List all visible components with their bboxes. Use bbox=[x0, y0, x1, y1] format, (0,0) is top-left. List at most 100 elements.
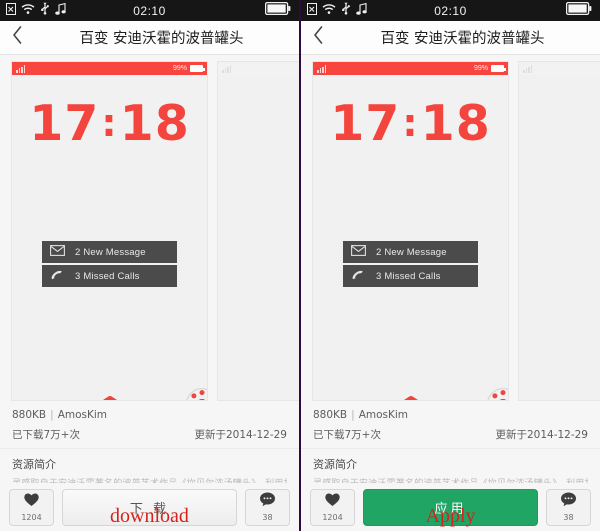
navigation-bar-2: 百变 安迪沃霍的波普罐头 bbox=[301, 21, 600, 55]
preview-status-bar-2: 99% bbox=[313, 62, 508, 75]
author-name: AmosKim bbox=[57, 409, 108, 421]
chevron-left-icon bbox=[12, 26, 23, 49]
system-status-bar-2: 02:10 bbox=[301, 0, 600, 21]
comment-button[interactable]: 38 bbox=[245, 488, 290, 526]
status-bar-clock: 02:10 bbox=[133, 3, 166, 18]
clock-hours: 17 bbox=[29, 95, 100, 152]
comment-count: 38 bbox=[563, 513, 574, 522]
left-phone-panel: 02:10 百变 安迪沃霍的波普罐头 99% 17:18 2 New Messa… bbox=[0, 0, 299, 531]
update-date: 更新于2014-12-29 bbox=[495, 429, 588, 441]
clock-separator: : bbox=[402, 101, 419, 145]
page-title: 百变 安迪沃霍的波普罐头 bbox=[79, 31, 244, 47]
preview-battery-icon bbox=[491, 65, 506, 72]
page-title-2: 百变 安迪沃霍的波普罐头 bbox=[380, 31, 545, 47]
update-date: 更新于2014-12-29 bbox=[194, 429, 287, 441]
notification-count-2: 3 bbox=[75, 270, 81, 282]
notification-missed-calls[interactable]: 3 Missed Calls bbox=[42, 265, 177, 287]
notification-text-4: 3 Missed Calls bbox=[376, 271, 441, 282]
like-count: 1204 bbox=[21, 513, 42, 522]
preview-carousel[interactable]: 99% 17:18 2 New Message 3 Missed Calls bbox=[0, 55, 299, 402]
preview-next-status-bar-2 bbox=[519, 62, 600, 75]
chevron-left-icon bbox=[313, 26, 324, 49]
system-status-bar: 02:10 bbox=[0, 0, 299, 21]
back-button[interactable] bbox=[0, 26, 34, 49]
comment-bubble-icon bbox=[259, 492, 276, 512]
primary-action-wrap-2: 应用 Apply bbox=[363, 488, 538, 527]
back-button-2[interactable] bbox=[301, 26, 335, 49]
primary-action-wrap: 下 载 download bbox=[62, 488, 237, 527]
comment-button-2[interactable]: 38 bbox=[546, 488, 591, 526]
preview-status-bar: 99% bbox=[12, 62, 207, 75]
preview-battery-group-2: 99% bbox=[473, 65, 506, 72]
envelope-icon bbox=[50, 245, 65, 259]
info-downloads-updated-2: 已下载7万+次 更新于2014-12-29 bbox=[313, 427, 588, 442]
notification-text-3: 2 New Message bbox=[376, 247, 447, 258]
author-name: AmosKim bbox=[358, 409, 409, 421]
signal-bars-icon bbox=[523, 65, 532, 73]
notification-list-2: 2 New Message 3 Missed Calls bbox=[343, 241, 478, 289]
notification-text-2: 3 Missed Calls bbox=[75, 271, 140, 282]
preview-next-body-2 bbox=[519, 75, 600, 400]
heart-icon bbox=[23, 492, 40, 512]
preview-screenshot-main-2[interactable]: 99% 17:18 2 New Message 3 Missed Calls bbox=[312, 61, 509, 401]
download-button[interactable]: 下 载 bbox=[62, 488, 237, 526]
phone-handset-icon bbox=[351, 269, 366, 284]
notification-new-message[interactable]: 2 New Message bbox=[42, 241, 177, 263]
rotary-dial-icon[interactable] bbox=[486, 387, 508, 400]
info-separator: | bbox=[351, 409, 355, 421]
description-title: 资源简介 bbox=[12, 458, 56, 471]
notification-new-message-2[interactable]: 2 New Message bbox=[343, 241, 478, 263]
notification-list: 2 New Message 3 Missed Calls bbox=[42, 241, 177, 289]
preview-screenshot-next[interactable] bbox=[217, 61, 299, 401]
preview-battery-group: 99% bbox=[172, 65, 205, 72]
download-count: 已下载7万+次 bbox=[12, 429, 80, 441]
clock-separator: : bbox=[101, 101, 118, 145]
preview-screenshot-next-2[interactable] bbox=[518, 61, 600, 401]
lockscreen-clock-2: 17:18 bbox=[313, 99, 508, 148]
unlock-chevron[interactable] bbox=[12, 395, 207, 400]
preview-screen-body: 17:18 2 New Message 3 Missed Calls bbox=[12, 99, 207, 400]
signal-bars-icon bbox=[317, 65, 326, 73]
preview-next-body bbox=[218, 75, 299, 400]
file-size: 880KB bbox=[313, 409, 348, 421]
envelope-icon bbox=[351, 245, 366, 259]
rotary-dial-icon[interactable] bbox=[185, 387, 207, 400]
like-button-2[interactable]: 1204 bbox=[310, 488, 355, 526]
screenshot-stage: 02:10 百变 安迪沃霍的波普罐头 99% 17:18 2 New Messa… bbox=[0, 0, 600, 531]
preview-next-status-bar bbox=[218, 62, 299, 75]
apply-button[interactable]: 应用 bbox=[363, 488, 538, 526]
notification-label-1: New Message bbox=[83, 246, 146, 258]
preview-screen-body-2: 17:18 2 New Message 3 Missed Calls bbox=[313, 99, 508, 400]
info-size-author: 880KB | AmosKim bbox=[12, 409, 287, 421]
description-title-2: 资源简介 bbox=[313, 458, 357, 471]
like-button[interactable]: 1204 bbox=[9, 488, 54, 526]
preview-battery-percent-2: 99% bbox=[473, 65, 488, 72]
phone-handset-icon bbox=[50, 269, 65, 284]
notification-count-4: 3 bbox=[376, 270, 382, 282]
info-downloads-updated: 已下载7万+次 更新于2014-12-29 bbox=[12, 427, 287, 442]
clock-hours: 17 bbox=[330, 95, 401, 152]
shortcut-icons-2 bbox=[486, 387, 508, 400]
like-count: 1204 bbox=[322, 513, 343, 522]
comment-count: 38 bbox=[262, 513, 273, 522]
preview-battery-icon bbox=[190, 65, 205, 72]
notification-label-4: Missed Calls bbox=[384, 270, 441, 282]
preview-carousel-2[interactable]: 99% 17:18 2 New Message 3 Missed Calls bbox=[301, 55, 600, 402]
preview-battery-percent: 99% bbox=[172, 65, 187, 72]
chevron-up-icon bbox=[385, 395, 437, 400]
comment-bubble-icon bbox=[560, 492, 577, 512]
action-bar-2: 1204 应用 Apply 38 bbox=[301, 483, 600, 531]
unlock-chevron-2[interactable] bbox=[313, 395, 508, 400]
signal-bars-icon bbox=[222, 65, 231, 73]
preview-screenshot-main[interactable]: 99% 17:18 2 New Message 3 Missed Calls bbox=[11, 61, 208, 401]
notification-missed-calls-2[interactable]: 3 Missed Calls bbox=[343, 265, 478, 287]
info-separator: | bbox=[50, 409, 54, 421]
navigation-bar: 百变 安迪沃霍的波普罐头 bbox=[0, 21, 299, 55]
clock-minutes: 18 bbox=[119, 95, 190, 152]
download-count: 已下载7万+次 bbox=[313, 429, 381, 441]
resource-info: 880KB | AmosKim 已下载7万+次 更新于2014-12-29 bbox=[0, 402, 299, 449]
shortcut-icons bbox=[185, 387, 207, 400]
status-bar-clock-2: 02:10 bbox=[434, 3, 467, 18]
notification-count-3: 2 bbox=[376, 246, 382, 258]
notification-text-1: 2 New Message bbox=[75, 247, 146, 258]
